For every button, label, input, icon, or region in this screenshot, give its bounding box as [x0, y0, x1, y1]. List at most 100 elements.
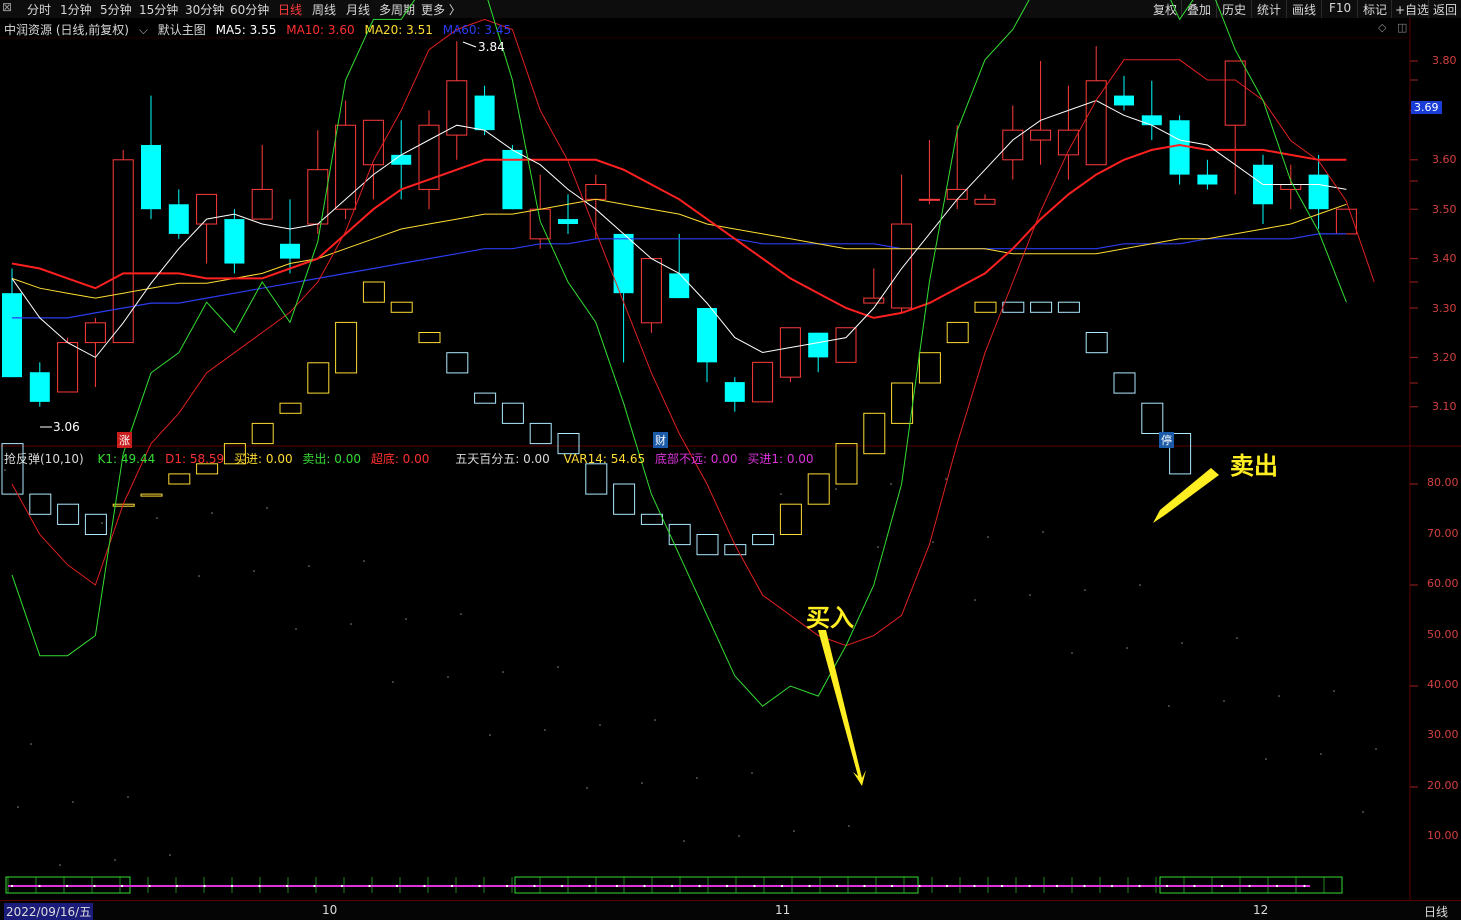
signal-dot: [670, 884, 674, 888]
grid-dot: [1084, 589, 1086, 591]
template-name[interactable]: 默认主图: [158, 23, 206, 37]
grid-dot: [405, 618, 407, 620]
indicator-box: [696, 534, 719, 556]
grid-dot: [1320, 753, 1322, 755]
grid-dot: [1375, 748, 1377, 750]
grid-dot: [751, 772, 753, 774]
finance-marker[interactable]: 财: [653, 432, 668, 448]
grid-dot: [266, 507, 268, 509]
signal-dot: [615, 884, 619, 888]
candle-down: [669, 273, 690, 299]
indicator-box: [84, 513, 107, 535]
grid-dot: [1042, 531, 1044, 533]
indicator-box: [418, 332, 441, 344]
month-label: 12: [1253, 903, 1269, 917]
ma5-label: MA5: 3.55: [215, 23, 277, 37]
signal-dot: [863, 884, 866, 888]
grid-dot: [1333, 690, 1335, 692]
candle-up: [84, 322, 106, 344]
candle-down: [168, 204, 189, 234]
indicator-box: [807, 473, 830, 505]
grid-dot: [502, 671, 504, 673]
indicator-box: [1085, 332, 1108, 354]
grid-dot: [586, 787, 588, 789]
signal-dot: [1055, 884, 1059, 888]
signal-dot: [203, 884, 206, 888]
grid-dot: [945, 478, 947, 480]
grid-dot: [1278, 695, 1280, 697]
candle-down: [1114, 95, 1134, 106]
signal-dot: [1220, 884, 1224, 888]
indicator-box: [140, 493, 163, 497]
suspend-marker[interactable]: 停: [1159, 432, 1174, 448]
signal-dot: [890, 884, 894, 888]
grid-dot: [1181, 642, 1183, 644]
candle-up: [779, 327, 801, 378]
indicator-box: [863, 412, 886, 455]
indicator-box: [668, 523, 691, 546]
indicator-box: [29, 493, 52, 515]
signal-dot: [560, 884, 564, 888]
indicator-box: [752, 534, 775, 546]
grid-dot: [101, 522, 103, 524]
grid-dot: [890, 483, 892, 485]
d1-line: [11, 18, 1375, 647]
sell-label: 卖出: 0.00: [302, 452, 361, 466]
grid-dot: [392, 681, 394, 683]
high-pointer: [462, 41, 477, 48]
candle-up: [307, 169, 329, 225]
candle-down: [29, 372, 50, 402]
diamond-icon[interactable]: ◇: [1378, 21, 1386, 34]
bottom-label: 超底: 0.00: [370, 452, 430, 466]
period-indicator[interactable]: 日线: [1424, 903, 1448, 920]
signal-dot: [1248, 884, 1251, 888]
candle-down: [1141, 115, 1162, 126]
grid-dot: [17, 806, 19, 808]
grid-dot: [460, 613, 462, 615]
signal-dot: [395, 884, 399, 888]
grid-dot: [1265, 758, 1267, 760]
grid-dot: [599, 724, 601, 726]
y-tick: 70.00: [1427, 527, 1459, 540]
y-tick: 40.00: [1427, 678, 1459, 691]
grid-dot: [156, 517, 158, 519]
dropdown-icon[interactable]: ⌵: [139, 23, 148, 37]
grid-dot: [780, 493, 782, 495]
signal-dot: [175, 884, 179, 888]
indicator-box: [390, 301, 413, 313]
indicator-box: [1030, 301, 1053, 313]
signal-dot: [10, 884, 14, 888]
signal-dot: [1275, 884, 1279, 888]
candle-up: [891, 223, 913, 309]
grid-dot: [308, 565, 310, 567]
grid-dot: [253, 570, 255, 572]
candle-down: [280, 243, 300, 259]
indicator-name[interactable]: 抢反弹(10,10): [4, 452, 84, 466]
candle-up: [946, 188, 968, 200]
y-tick: 10.00: [1427, 829, 1459, 842]
signal-dot: [918, 884, 921, 888]
grid-dot: [114, 859, 116, 861]
ma60-label: MA60: 3.45: [442, 23, 512, 37]
signal-dot: [945, 884, 949, 888]
signal-dot: [450, 884, 454, 888]
buy-label: 买进: 0.00: [234, 452, 293, 466]
signal-dot: [1138, 884, 1141, 888]
y-tick: 3.20: [1432, 351, 1457, 364]
grid-dot: [30, 743, 32, 745]
grid-dot: [1029, 594, 1031, 596]
signal-dot: [285, 884, 289, 888]
signal-dot: [148, 884, 151, 888]
signal-dot: [698, 884, 701, 888]
signal-dot: [258, 884, 261, 888]
candle-down: [1169, 120, 1190, 175]
candle-down: [1308, 174, 1329, 210]
candle-down: [724, 382, 745, 402]
limit-up-marker[interactable]: 涨: [117, 432, 132, 448]
expand-icon[interactable]: ◫: [1397, 21, 1407, 34]
grid-dot: [447, 676, 449, 678]
date-axis: 2022/09/16/五 10 11 12 日线: [0, 900, 1461, 920]
candle-up: [1030, 129, 1052, 141]
signal-dot: [65, 884, 69, 888]
grid-dot: [974, 599, 976, 601]
